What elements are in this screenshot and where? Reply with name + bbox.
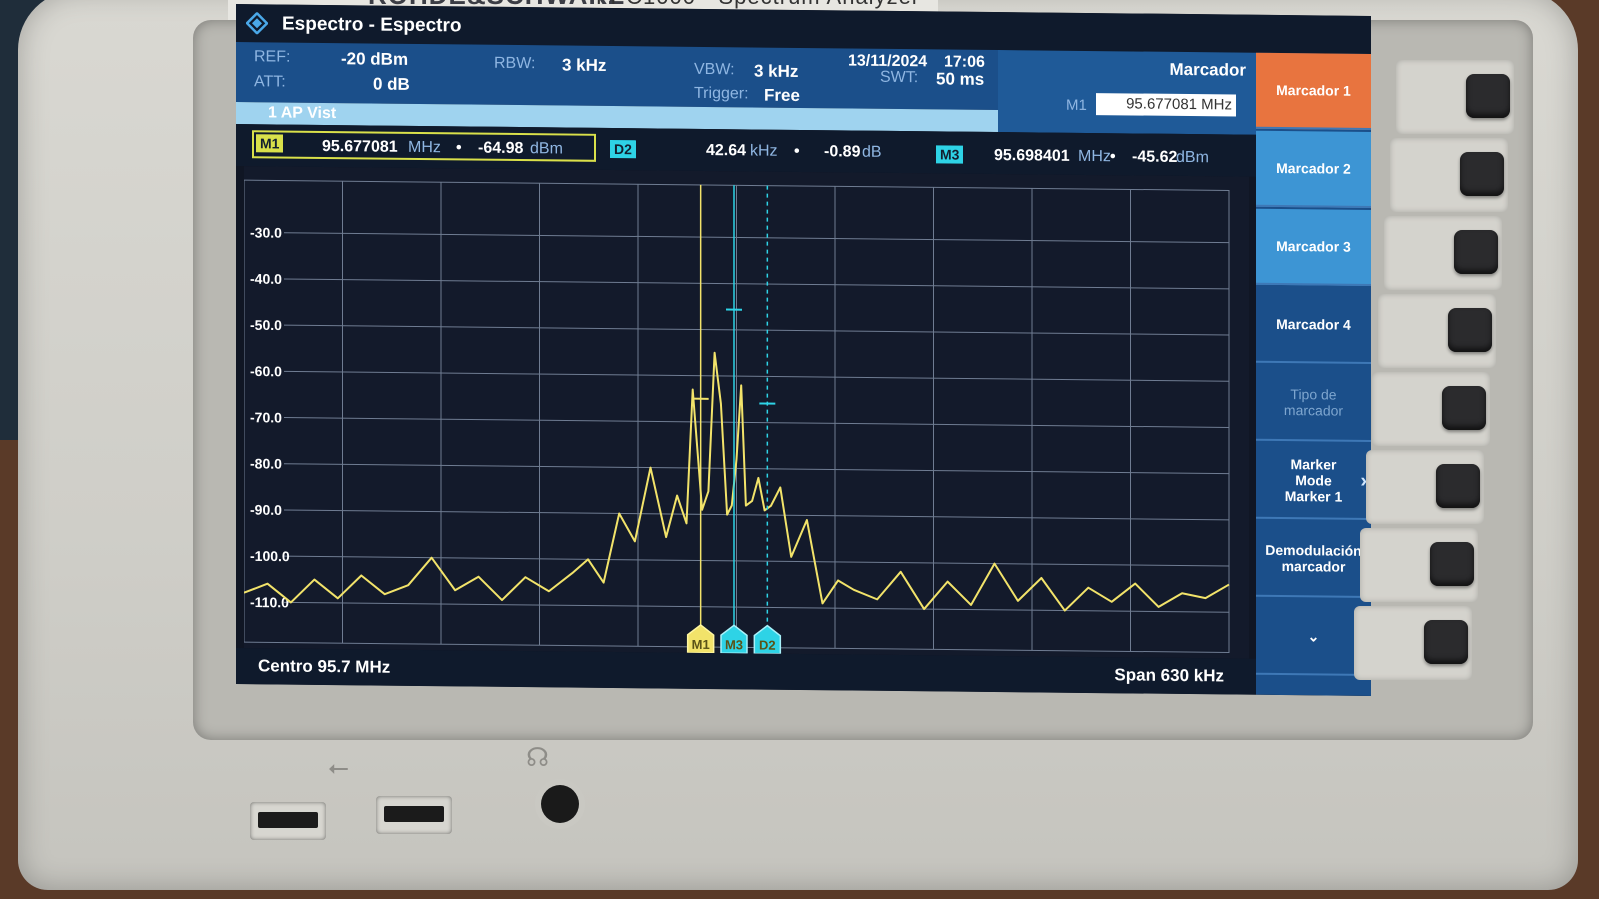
hardware-softkey-button[interactable] — [1466, 74, 1510, 118]
vbw-value[interactable]: 3 kHz — [754, 61, 798, 81]
softkey-1[interactable]: Marcador 1 — [1256, 52, 1371, 130]
device-housing: ROHDE&SCHWARZ FPC1000 · Spectrum Analyze… — [18, 0, 1578, 890]
y-tick-label: -50.0 — [250, 317, 282, 333]
hardware-key-slot — [1378, 294, 1496, 368]
spectrum-chart[interactable]: -30.0 -40.0 -50.0 -60.0 -70.0 -80.0 -90.0 -100.… — [243, 166, 1249, 659]
softkey-menu: Marcador 1 Marcador 2 Marcador 3 Marcador 4… — [1256, 52, 1371, 696]
m3-readout-freq-unit: MHz — [1078, 147, 1111, 166]
m1-readout-tag: M1 — [256, 134, 284, 153]
softkey-label: ⌄ — [1307, 627, 1320, 644]
d2-readout-tag: D2 — [610, 139, 636, 159]
m3-readout-level: -45.62 — [1132, 148, 1178, 166]
softkey-6[interactable]: Marker Mode Marker 1 › — [1256, 442, 1371, 520]
plot-background — [244, 166, 1249, 659]
y-tick-label: -40.0 — [250, 271, 282, 287]
m1-readout-freq-unit: MHz — [408, 138, 441, 157]
swt-label: SWT: — [880, 68, 919, 87]
d2-readout-freq: 42.64 — [706, 141, 747, 160]
y-tick-label: -30.0 — [250, 224, 282, 240]
hardware-softkey-button[interactable] — [1436, 464, 1480, 508]
hardware-key-slot — [1360, 528, 1478, 602]
ref-value[interactable]: -20 dBm — [341, 49, 408, 70]
hardware-key-slot — [1372, 372, 1490, 446]
usb-symbol-icon: ⭠ — [328, 752, 349, 782]
rs-logo-icon — [246, 12, 268, 35]
headphone-icon: ☊ — [526, 742, 550, 772]
y-tick-label: -60.0 — [250, 363, 282, 379]
m1-readout-freq: 95.677081 — [322, 137, 398, 156]
d2-marker-tag-label: D2 — [759, 638, 776, 653]
y-tick-label: -80.0 — [250, 455, 282, 471]
center-frequency[interactable]: Centro 95.7 MHz — [258, 656, 390, 677]
hardware-softkey-button[interactable] — [1448, 308, 1492, 352]
y-tick-label: -70.0 — [250, 409, 282, 425]
measurement-parameters[interactable]: REF: -20 dBm ATT: 0 dB RBW: 3 kHz VBW: 3… — [236, 42, 998, 111]
spectrum-plot[interactable]: -30.0 -40.0 -50.0 -60.0 -70.0 -80.0 -90.0 -100.… — [243, 166, 1249, 659]
m3-readout-tag: M3 — [936, 145, 964, 164]
hardware-softkey-button[interactable] — [1454, 230, 1498, 274]
hardware-softkey-button[interactable] — [1430, 542, 1474, 586]
ref-label: REF: — [254, 48, 291, 66]
softkey-2[interactable]: Marcador 2 — [1256, 130, 1371, 208]
hardware-key-slot — [1354, 606, 1472, 680]
trigger-label: Trigger: — [694, 84, 749, 103]
m1-frequency-input[interactable]: 95.677081 MHz — [1096, 93, 1236, 117]
m1-field-label: M1 — [1066, 96, 1087, 114]
marker-panel: Marcador M1 95.677081 MHz — [998, 50, 1256, 135]
d2-readout-freq-unit: kHz — [750, 142, 778, 160]
softkey-label: Marcador 1 — [1276, 81, 1351, 99]
att-value[interactable]: 0 dB — [373, 74, 410, 94]
d2-readout-level-unit: dB — [862, 143, 882, 161]
vbw-label: VBW: — [694, 60, 735, 79]
y-tick-label: -90.0 — [250, 502, 282, 518]
m3-readout-level-unit: dBm — [1176, 148, 1209, 167]
softkey-label: Marker Mode Marker 1 — [1284, 456, 1343, 505]
m1-readout-level-unit: dBm — [530, 140, 563, 158]
date-display: 13/11/2024 — [848, 52, 928, 71]
hardware-key-slot — [1366, 450, 1484, 524]
rbw-label: RBW: — [494, 54, 536, 73]
softkey-label: Marcador 4 — [1276, 315, 1351, 333]
headphone-jack[interactable] — [541, 785, 579, 823]
m3-marker-tag-label: M3 — [725, 637, 743, 652]
time-display: 17:06 — [944, 53, 985, 71]
m3-readout-freq: 95.698401 — [994, 146, 1070, 165]
hardware-softkey-button[interactable] — [1424, 620, 1468, 664]
app-title: Espectro - Espectro — [282, 13, 462, 37]
hardware-softkey-button[interactable] — [1460, 152, 1504, 196]
trigger-value[interactable]: Free — [764, 86, 800, 106]
hardware-key-slot — [1390, 138, 1508, 212]
usb-port-1[interactable] — [250, 802, 326, 840]
rbw-value[interactable]: 3 kHz — [562, 55, 606, 75]
softkey-7[interactable]: Demodulación marcador› — [1256, 520, 1371, 598]
hardware-key-slot — [1396, 60, 1514, 134]
hardware-key-slot — [1384, 216, 1502, 290]
softkey-label: Marcador 3 — [1276, 237, 1351, 255]
swt-value[interactable]: 50 ms — [936, 69, 984, 90]
analyzer-screen: Espectro - Espectro REF: -20 dBm ATT: 0 … — [236, 4, 1371, 696]
m1-readout-level: -64.98 — [478, 139, 524, 158]
y-tick-label: -100.0 — [250, 548, 290, 564]
m1-marker-tag-label: M1 — [692, 637, 710, 652]
softkey-5[interactable]: Tipo de marcador — [1256, 364, 1371, 442]
span-value[interactable]: Span 630 kHz — [1114, 665, 1224, 686]
softkey-label: Demodulación marcador — [1265, 541, 1362, 575]
softkey-4[interactable]: Marcador 4 — [1256, 286, 1371, 364]
usb-port-2[interactable] — [376, 796, 452, 834]
marker-panel-header: Marcador — [1169, 59, 1246, 80]
att-label: ATT: — [254, 73, 286, 91]
softkey-label: Marcador 2 — [1276, 159, 1351, 177]
softkey-3[interactable]: Marcador 3 — [1256, 208, 1371, 286]
d2-readout-level: -0.89 — [824, 143, 861, 161]
trace-label: 1 AP Vist — [268, 104, 337, 123]
softkey-label: Tipo de marcador — [1283, 386, 1344, 419]
hardware-softkey-button[interactable] — [1442, 386, 1486, 430]
